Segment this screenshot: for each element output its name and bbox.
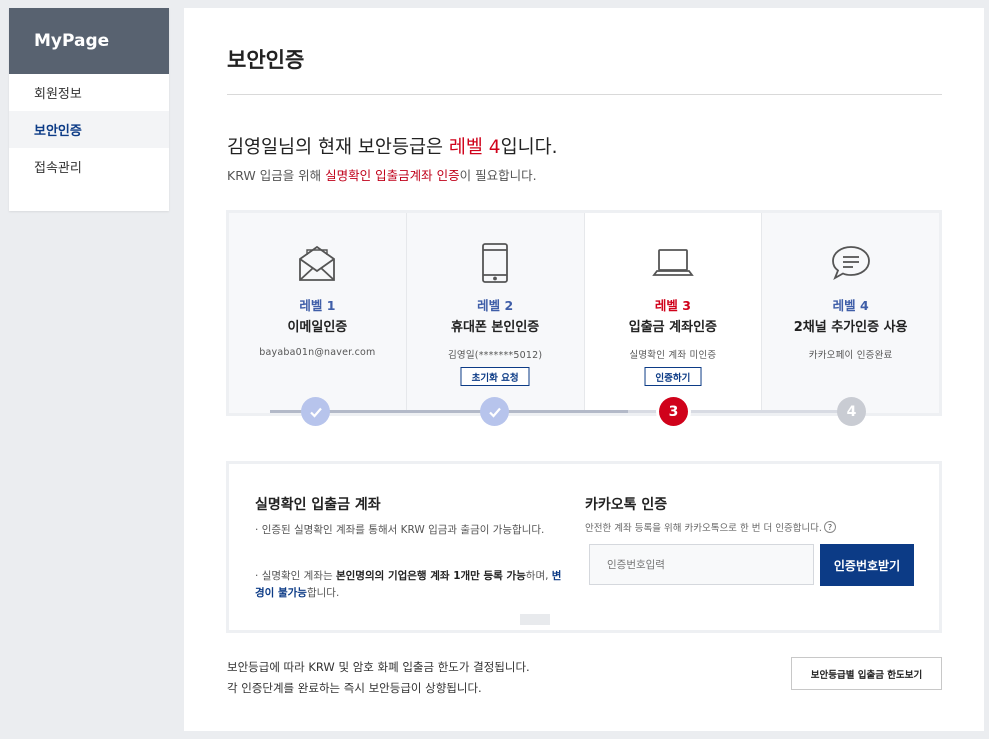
sidebar-item-security[interactable]: 보안인증 — [9, 111, 169, 148]
status-level: 레벨 4 — [448, 137, 501, 158]
level-card-2: 레벨 2 휴대폰 본인인증 김영일(*******5012) 초기화 요청 — [407, 213, 585, 413]
smartphone-icon — [482, 243, 509, 283]
step-4-indicator: 4 — [837, 397, 866, 426]
page-title: 보안인증 — [227, 48, 305, 72]
sub-suffix: 이 필요합니다. — [459, 168, 537, 183]
level-name: 2채널 추가인증 사용 — [793, 320, 908, 335]
scroll-handle[interactable] — [520, 614, 550, 625]
main-panel: 보안인증 김영일님의 현재 보안등급은 레벨 4입니다. KRW 입금을 위해 … — [184, 8, 984, 731]
level-detail: 카카오페이 인증완료 — [808, 350, 893, 361]
note2-b: 본인명의의 기업은행 계좌 1개만 등록 가능 — [335, 570, 526, 582]
view-limits-button[interactable]: 보안등급별 입출금 한도보기 — [791, 657, 942, 690]
footer-line-1: 보안등급에 따라 KRW 및 암호 화폐 입출금 한도가 결정됩니다. — [227, 660, 530, 674]
account-title: 실명확인 입출금 계좌 — [255, 497, 381, 513]
chat-bubble-icon — [831, 246, 870, 281]
kakao-description: 안전한 계좌 등록을 위해 카카오톡으로 한 번 더 인증합니다.? — [585, 520, 836, 534]
reset-request-button[interactable]: 초기화 요청 — [460, 367, 530, 386]
sidebar-item-access[interactable]: 접속관리 — [9, 148, 169, 185]
level-label: 레벨 1 — [299, 298, 336, 313]
note2-c: 하며, — [525, 570, 552, 582]
level-card-1: 레벨 1 이메일인증 bayaba01n@naver.com — [229, 213, 407, 413]
account-note-2: · 실명확인 계좌는 본인명의의 기업은행 계좌 1개만 등록 가능하며, 변경… — [255, 570, 562, 599]
status-suffix: 입니다. — [500, 137, 558, 158]
sidebar-title: MyPage — [9, 8, 169, 74]
footer-line-2: 각 인증단계를 완료하는 즉시 보안등급이 상향됩니다. — [227, 681, 482, 695]
account-note-1-text: 인증된 실명확인 계좌를 통해서 KRW 입금과 출금이 가능합니다. — [261, 524, 545, 536]
note2-a: 실명확인 계좌는 — [261, 570, 336, 582]
step-1-check-icon — [301, 397, 330, 426]
level-card-4: 레벨 4 2채널 추가인증 사용 카카오페이 인증완료 — [762, 213, 939, 413]
step-2-check-icon — [480, 397, 509, 426]
request-auth-code-button[interactable]: 인증번호받기 — [820, 544, 914, 586]
level-name: 이메일인증 — [287, 320, 348, 335]
sidebar-item-member-info[interactable]: 회원정보 — [9, 74, 169, 111]
status-subtext: KRW 입금을 위해 실명확인 입출금계좌 인증이 필요합니다. — [227, 165, 537, 184]
sidebar: MyPage 회원정보 보안인증 접속관리 — [9, 8, 169, 211]
note2-e: 합니다. — [306, 587, 340, 599]
sub-prefix: KRW 입금을 위해 — [227, 168, 326, 183]
level-label: 레벨 2 — [477, 298, 514, 313]
step-3-indicator: 3 — [659, 397, 688, 426]
verify-account-button[interactable]: 인증하기 — [644, 367, 702, 386]
kakao-desc-text: 안전한 계좌 등록을 위해 카카오톡으로 한 번 더 인증합니다. — [585, 523, 822, 534]
level-label: 레벨 4 — [832, 298, 869, 313]
security-status: 김영일님의 현재 보안등급은 레벨 4입니다. — [227, 133, 558, 159]
kakao-title: 카카오톡 인증 — [585, 497, 668, 513]
level-detail: bayaba01n@naver.com — [259, 347, 376, 358]
envelope-icon — [299, 245, 336, 281]
account-note-1: · 인증된 실명확인 계좌를 통해서 KRW 입금과 출금이 가능합니다. — [255, 524, 545, 536]
level-cards: 레벨 1 이메일인증 bayaba01n@naver.com 레벨 2 휴대폰 … — [226, 210, 942, 416]
level-label: 레벨 3 — [654, 298, 691, 313]
level-detail: 실명확인 계좌 미인증 — [629, 350, 717, 361]
level-name: 입출금 계좌인증 — [628, 320, 717, 335]
account-verification-section: 실명확인 입출금 계좌 · 인증된 실명확인 계좌를 통해서 KRW 입금과 출… — [226, 461, 942, 633]
level-card-3: 레벨 3 입출금 계좌인증 실명확인 계좌 미인증 인증하기 — [584, 213, 763, 413]
sub-highlight: 실명확인 입출금계좌 인증 — [325, 168, 460, 183]
status-prefix: 김영일님의 현재 보안등급은 — [227, 137, 449, 158]
level-detail: 김영일(*******5012) — [447, 350, 543, 361]
title-divider — [227, 94, 942, 95]
auth-code-input[interactable] — [589, 544, 814, 585]
laptop-icon — [652, 249, 694, 276]
help-icon[interactable]: ? — [823, 521, 836, 533]
footer-note: 보안등급에 따라 KRW 및 암호 화폐 입출금 한도가 결정됩니다. 각 인증… — [227, 657, 530, 699]
level-name: 휴대폰 본인인증 — [451, 320, 540, 335]
